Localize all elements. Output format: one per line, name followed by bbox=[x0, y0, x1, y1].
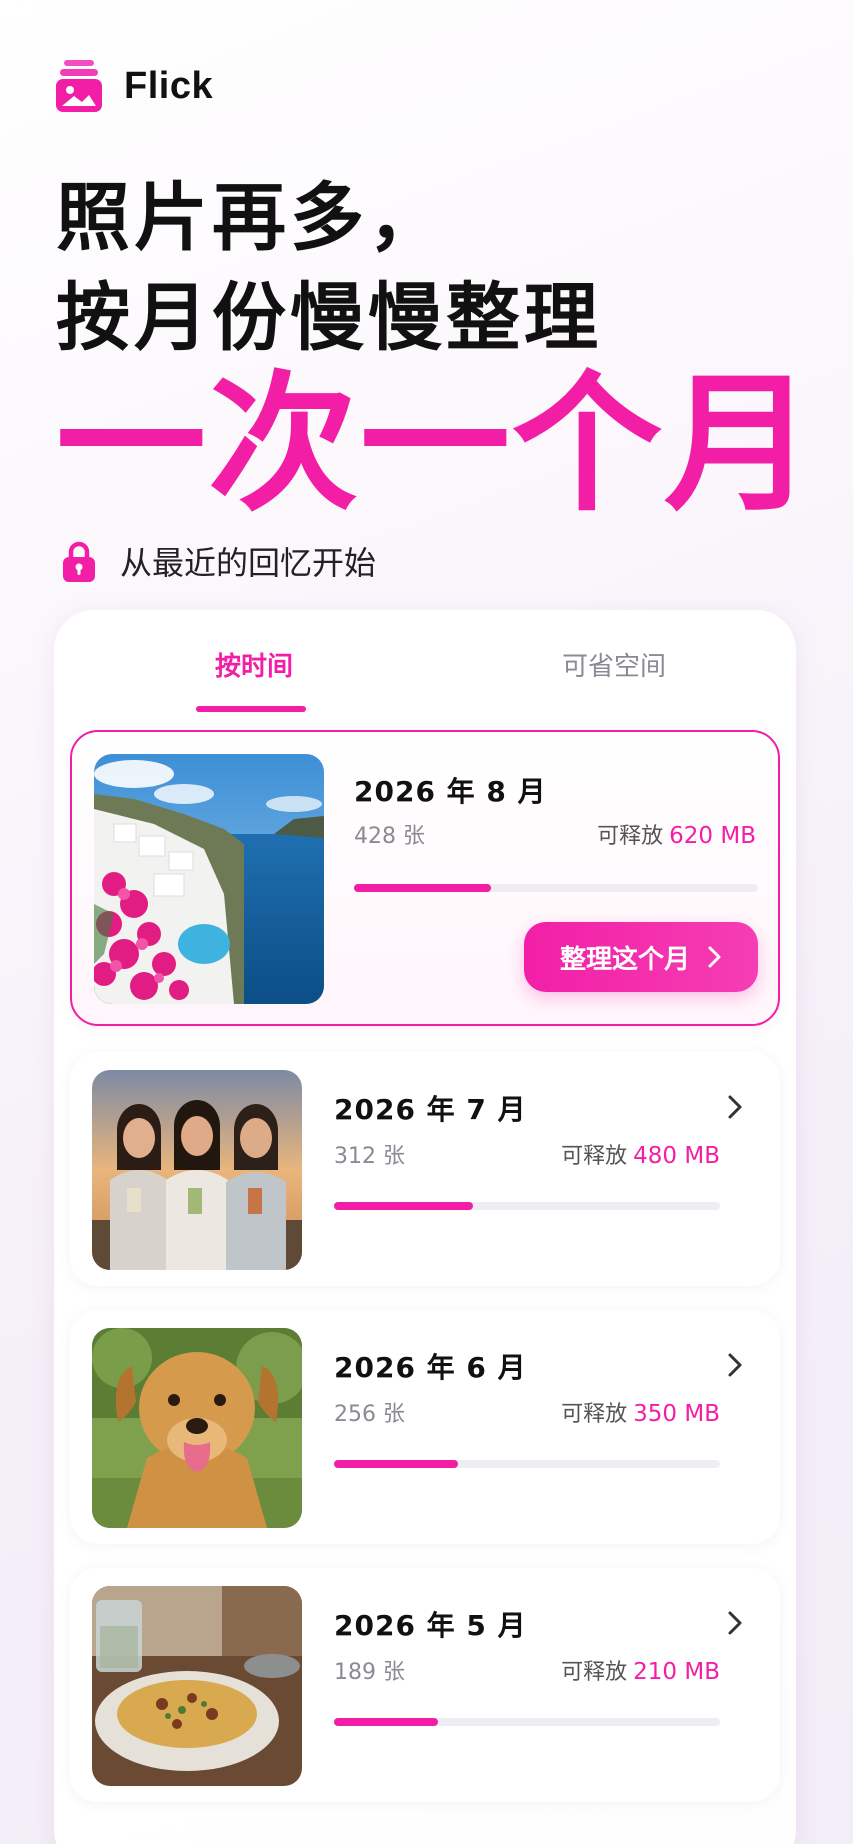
month-card-2026-06[interactable]: 2026 年 6 月 256 张 可释放 350 MB bbox=[70, 1310, 780, 1544]
release-amount: 210 MB bbox=[633, 1659, 720, 1685]
month-thumbnail bbox=[92, 1070, 302, 1270]
release-amount: 350 MB bbox=[633, 1401, 720, 1427]
release-amount: 620 MB bbox=[669, 823, 756, 849]
progress-bar bbox=[334, 1718, 720, 1726]
photo-count: 312 张 bbox=[334, 1144, 405, 1169]
month-card-2026-07[interactable]: 2026 年 7 月 312 张 可释放 480 MB bbox=[70, 1052, 780, 1286]
month-title: 2026 年 6 月 bbox=[334, 1351, 527, 1384]
progress-fill bbox=[334, 1460, 458, 1468]
headline: 照片再多， 按月份慢慢整理 bbox=[56, 168, 602, 368]
tab-by-time[interactable]: 按时间 bbox=[194, 646, 314, 683]
month-thumbnail bbox=[94, 754, 324, 1004]
progress-fill bbox=[334, 1718, 439, 1726]
photo-stack-icon bbox=[56, 60, 102, 112]
progress-fill bbox=[334, 1202, 473, 1210]
tab-bar: 按时间 可省空间 bbox=[54, 646, 796, 716]
headline-accent: 一次一个月 bbox=[56, 358, 817, 532]
progress-fill bbox=[354, 884, 492, 892]
progress-bar bbox=[334, 1202, 720, 1210]
chevron-right-icon[interactable] bbox=[720, 1608, 750, 1638]
month-card-2026-08[interactable]: 2026 年 8 月 428 张 可释放 620 MB 整理这个月 bbox=[70, 730, 780, 1026]
photo-count: 256 张 bbox=[334, 1402, 405, 1427]
lock-icon bbox=[63, 541, 95, 582]
chevron-right-icon[interactable] bbox=[720, 1092, 750, 1122]
release-info: 可释放 350 MB bbox=[561, 1396, 720, 1428]
headline-line-1: 照片再多， bbox=[56, 175, 446, 261]
subtitle: 从最近的回忆开始 bbox=[120, 544, 377, 582]
release-amount: 480 MB bbox=[633, 1143, 720, 1169]
month-title: 2026 年 8 月 bbox=[354, 775, 547, 808]
app-name: Flick bbox=[124, 64, 214, 107]
release-info: 可释放 210 MB bbox=[561, 1654, 720, 1686]
chevron-right-icon[interactable] bbox=[720, 1350, 750, 1380]
month-card-2026-05[interactable]: 2026 年 5 月 189 张 可释放 210 MB bbox=[70, 1568, 780, 1802]
release-label: 可释放 bbox=[561, 1402, 628, 1427]
release-info: 可释放 620 MB bbox=[597, 818, 756, 850]
month-list-panel: 按时间 可省空间 2026 年 8 月 428 张 可释放 620 MB 整理这… bbox=[54, 610, 796, 1844]
release-label: 可释放 bbox=[561, 1144, 628, 1169]
progress-bar bbox=[354, 884, 758, 892]
month-thumbnail bbox=[92, 1328, 302, 1528]
app-header: Flick bbox=[56, 60, 213, 112]
photo-count: 189 张 bbox=[334, 1660, 405, 1685]
chevron-right-icon bbox=[708, 946, 721, 968]
headline-line-2: 按月份慢慢整理 bbox=[56, 275, 602, 361]
organize-month-label: 整理这个月 bbox=[559, 944, 690, 975]
organize-month-button[interactable]: 整理这个月 bbox=[524, 922, 758, 992]
release-info: 可释放 480 MB bbox=[561, 1138, 720, 1170]
release-label: 可释放 bbox=[561, 1660, 628, 1685]
subtitle-row: 从最近的回忆开始 bbox=[62, 538, 376, 584]
release-label: 可释放 bbox=[597, 824, 664, 849]
photo-count: 428 张 bbox=[354, 824, 425, 849]
progress-bar bbox=[334, 1460, 720, 1468]
month-title: 2026 年 7 月 bbox=[334, 1093, 527, 1126]
month-title: 2026 年 5 月 bbox=[334, 1609, 527, 1642]
month-thumbnail bbox=[92, 1586, 302, 1786]
tab-active-indicator bbox=[196, 706, 306, 712]
tab-space-saving[interactable]: 可省空间 bbox=[524, 646, 704, 683]
